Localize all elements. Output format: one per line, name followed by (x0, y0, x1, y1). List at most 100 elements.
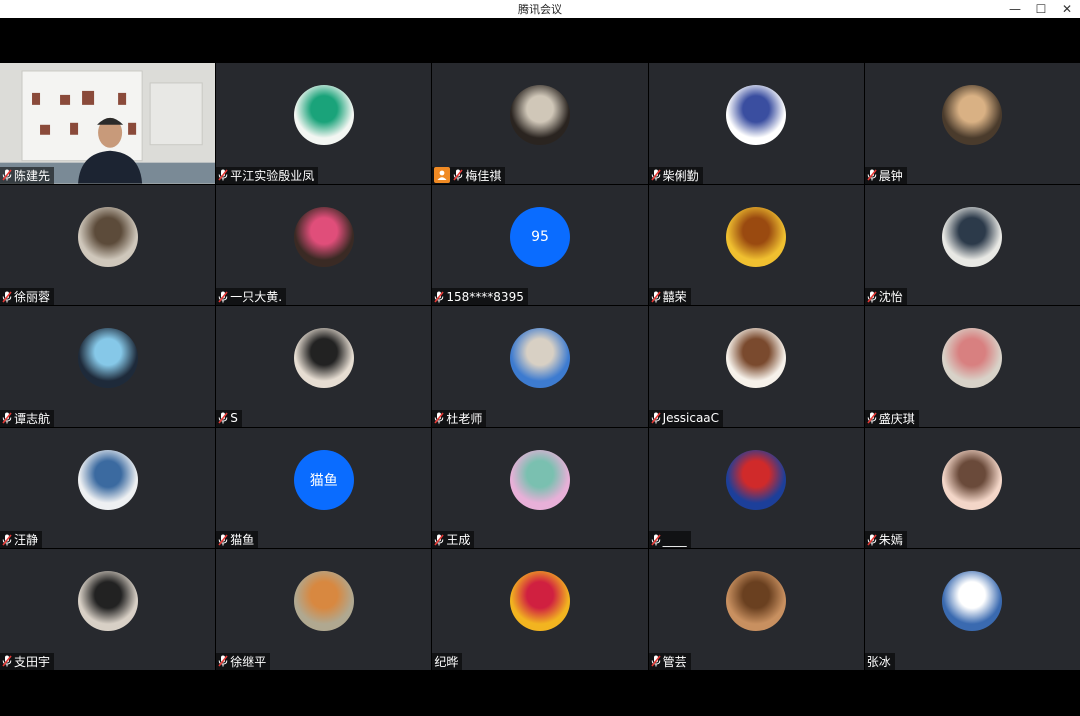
participant-avatar (726, 85, 787, 145)
participant-tile[interactable]: 柴俐勤 (648, 63, 864, 184)
participant-video (0, 63, 216, 184)
participant-name: 平江实验殷业凤 (230, 168, 315, 183)
mic-muted-icon (218, 291, 228, 303)
close-button[interactable]: ✕ (1054, 0, 1080, 18)
minimize-button[interactable]: — (1002, 0, 1028, 18)
participant-tile[interactable]: 陈建先 (0, 63, 216, 184)
participant-avatar (726, 328, 787, 389)
participant-tile[interactable]: 汪静 (0, 427, 216, 549)
name-plate: 晨钟 (864, 166, 907, 184)
name-plate: JessicaaC (648, 409, 724, 427)
participant-avatar (942, 85, 1003, 145)
host-icon (434, 167, 451, 184)
participant-tile[interactable]: 一只大黄. (216, 184, 432, 306)
name-plate: 王成 (432, 531, 475, 549)
participant-name: 猫鱼 (230, 533, 255, 548)
mic-muted-icon (2, 534, 12, 546)
participant-name: 张冰 (866, 654, 891, 669)
name-plate: 柴俐勤 (648, 166, 703, 184)
maximize-button[interactable]: ☐ (1028, 0, 1054, 18)
participant-name: 王成 (446, 533, 471, 548)
participant-avatar: 95 (509, 206, 570, 267)
participant-grid: 陈建先 平江实验殷业凤 梅佳祺 柴俐勤 晨钟徐丽蓉 一只大黄. 95 158****8395 囍… (0, 63, 1080, 670)
mic-muted-icon (434, 291, 445, 303)
participant-avatar (509, 328, 570, 389)
participant-avatar (942, 449, 1003, 510)
participant-tile[interactable]: 95 158****8395 (432, 184, 648, 306)
name-plate: 管芸 (648, 652, 691, 670)
participant-avatar (942, 328, 1003, 389)
participant-name: 梅佳祺 (465, 168, 502, 183)
participant-tile[interactable]: 沈怡 (864, 184, 1080, 306)
participant-tile[interactable]: 平江实验殷业凤 (216, 63, 432, 184)
participant-tile[interactable]: 谭志航 (0, 306, 216, 427)
name-plate: 徐继平 (216, 652, 271, 670)
participant-avatar (509, 449, 570, 510)
mic-muted-icon (453, 169, 464, 181)
participant-tile[interactable]: 囍荣 (648, 184, 864, 306)
participant-avatar (77, 449, 138, 510)
avatar-text: 95 (531, 228, 549, 245)
participant-tile[interactable]: S (216, 306, 432, 427)
name-plate: 一只大黄. (216, 288, 287, 306)
name-plate: 张冰 (864, 652, 895, 670)
name-plate: 平江实验殷业凤 (216, 166, 319, 184)
participant-name: 汪静 (14, 533, 39, 548)
participant-tile[interactable]: 杜老师 (432, 306, 648, 427)
participant-avatar (77, 206, 138, 267)
participant-name: 柴俐勤 (662, 168, 699, 183)
participant-name: 杜老师 (446, 411, 483, 426)
participant-tile[interactable]: 盛庆琪 (864, 306, 1080, 427)
participant-name: 158****8395 (446, 289, 524, 304)
mic-muted-icon (867, 534, 877, 546)
participant-tile[interactable]: 纪晔 (432, 549, 648, 670)
participant-tile[interactable]: 王成 (432, 427, 648, 549)
mic-muted-icon (218, 169, 228, 181)
participant-name: 纪晔 (434, 654, 459, 669)
participant-name: 囍荣 (662, 290, 687, 305)
mic-muted-icon (218, 655, 228, 667)
participant-name: 朱嫣 (878, 533, 903, 548)
participant-tile[interactable]: 张冰 (864, 549, 1080, 670)
participant-name: ____ (662, 532, 687, 547)
participant-name: 谭志航 (14, 411, 51, 426)
participant-avatar (293, 571, 354, 632)
participant-name: 徐继平 (230, 654, 267, 669)
mic-muted-icon (650, 291, 661, 303)
participant-tile[interactable]: 徐继平 (216, 549, 432, 670)
participant-tile[interactable]: 晨钟 (864, 63, 1080, 184)
participant-tile[interactable]: 猫鱼 猫鱼 (216, 427, 432, 549)
mic-muted-icon (2, 655, 12, 667)
name-plate: 汪静 (0, 531, 43, 549)
participant-tile[interactable]: 管芸 (648, 549, 864, 670)
participant-tile[interactable]: 徐丽蓉 (0, 184, 216, 306)
participant-avatar (77, 328, 138, 389)
participant-name: 支田宇 (14, 654, 51, 669)
mic-muted-icon (650, 655, 661, 667)
participant-avatar (293, 206, 354, 267)
mic-muted-icon (650, 534, 661, 546)
participant-tile[interactable]: ____ (648, 427, 864, 549)
participant-avatar (293, 328, 354, 389)
mic-muted-icon (434, 534, 445, 546)
name-plate: 陈建先 (0, 166, 55, 184)
name-plate: 徐丽蓉 (0, 288, 55, 306)
name-plate: 囍荣 (648, 288, 691, 306)
participant-tile[interactable]: 朱嫣 (864, 427, 1080, 549)
mic-muted-icon (867, 412, 877, 424)
participant-tile[interactable]: JessicaaC (648, 306, 864, 427)
mic-muted-icon (2, 291, 12, 303)
participant-name: 管芸 (662, 654, 687, 669)
name-plate: 朱嫣 (864, 531, 907, 549)
name-plate: 谭志航 (0, 409, 55, 427)
participant-avatar (942, 206, 1003, 267)
participant-name: 晨钟 (878, 168, 903, 183)
mic-muted-icon (218, 534, 228, 546)
participant-name: S (230, 411, 238, 426)
mic-muted-icon (650, 412, 661, 424)
mic-muted-icon (650, 169, 661, 181)
mic-muted-icon (2, 169, 12, 181)
participant-tile[interactable]: 梅佳祺 (432, 63, 648, 184)
name-plate: 沈怡 (864, 288, 907, 306)
participant-tile[interactable]: 支田宇 (0, 549, 216, 670)
